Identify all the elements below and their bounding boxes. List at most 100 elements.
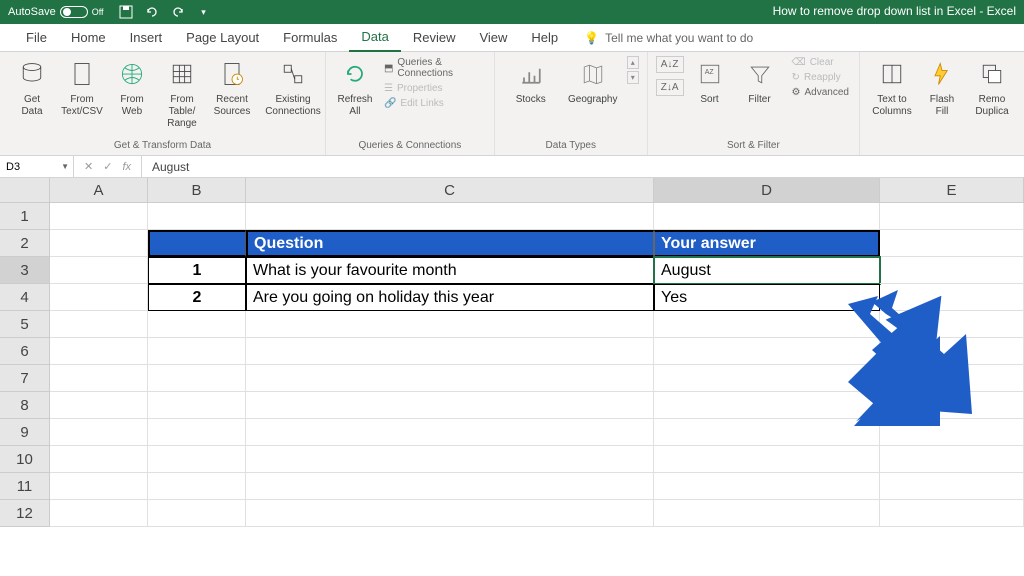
from-web-button[interactable]: From Web — [108, 56, 156, 120]
cell-E1[interactable] — [880, 203, 1024, 230]
cell-A9[interactable] — [50, 419, 148, 446]
cell-C12[interactable] — [246, 500, 654, 527]
cell-B10[interactable] — [148, 446, 246, 473]
cell-E4[interactable] — [880, 284, 1024, 311]
name-box[interactable]: D3 ▼ — [0, 156, 74, 177]
cell-D4[interactable]: Yes — [654, 284, 880, 311]
cell-C4[interactable]: Are you going on holiday this year — [246, 284, 654, 311]
tell-me-search[interactable]: 💡 Tell me what you want to do — [584, 31, 753, 45]
reapply-button[interactable]: ↻Reapply — [790, 71, 851, 84]
toggle-switch[interactable] — [60, 6, 88, 18]
fx-icon[interactable]: fx — [122, 161, 131, 173]
row-header-3[interactable]: 3 — [0, 257, 50, 284]
cell-B1[interactable] — [148, 203, 246, 230]
row-header-2[interactable]: 2 — [0, 230, 50, 257]
cell-A7[interactable] — [50, 365, 148, 392]
cell-C5[interactable] — [246, 311, 654, 338]
cell-C11[interactable] — [246, 473, 654, 500]
cell-C10[interactable] — [246, 446, 654, 473]
row-header-6[interactable]: 6 — [0, 338, 50, 365]
menu-help[interactable]: Help — [519, 24, 570, 52]
menu-home[interactable]: Home — [59, 24, 118, 52]
row-header-9[interactable]: 9 — [0, 419, 50, 446]
cell-D5[interactable] — [654, 311, 880, 338]
filter-button[interactable]: Filter — [736, 56, 784, 108]
cell-E6[interactable] — [880, 338, 1024, 365]
cell-B12[interactable] — [148, 500, 246, 527]
cell-B5[interactable] — [148, 311, 246, 338]
properties-button[interactable]: ☰Properties — [382, 82, 486, 95]
cell-D10[interactable] — [654, 446, 880, 473]
cell-E7[interactable] — [880, 365, 1024, 392]
sort-az-button[interactable]: A↓Z — [656, 56, 684, 73]
advanced-filter-button[interactable]: ⚙Advanced — [790, 86, 851, 99]
cell-A1[interactable] — [50, 203, 148, 230]
cell-B3[interactable]: 1 — [148, 257, 246, 284]
existing-connections-button[interactable]: Existing Connections — [269, 56, 317, 120]
cell-E11[interactable] — [880, 473, 1024, 500]
cell-B4[interactable]: 2 — [148, 284, 246, 311]
cell-B6[interactable] — [148, 338, 246, 365]
chevron-down-icon[interactable]: ▼ — [61, 162, 69, 171]
menu-insert[interactable]: Insert — [118, 24, 175, 52]
from-table-range-button[interactable]: From Table/ Range — [158, 56, 206, 132]
col-header-E[interactable]: E — [880, 178, 1024, 203]
chevron-down-icon[interactable]: ▾ — [196, 4, 212, 20]
cell-C9[interactable] — [246, 419, 654, 446]
remove-duplicates-button[interactable]: Remo Duplica — [968, 56, 1016, 120]
cell-E3[interactable] — [880, 257, 1024, 284]
cell-A8[interactable] — [50, 392, 148, 419]
cell-C2[interactable]: Question — [246, 230, 654, 257]
cell-E5[interactable] — [880, 311, 1024, 338]
cell-C1[interactable] — [246, 203, 654, 230]
stocks-button[interactable]: Stocks — [503, 56, 559, 108]
cell-A12[interactable] — [50, 500, 148, 527]
sort-za-button[interactable]: Z↓A — [656, 79, 684, 96]
cell-D8[interactable] — [654, 392, 880, 419]
col-header-C[interactable]: C — [246, 178, 654, 203]
menu-review[interactable]: Review — [401, 24, 468, 52]
cell-C6[interactable] — [246, 338, 654, 365]
cell-A4[interactable] — [50, 284, 148, 311]
menu-data[interactable]: Data — [349, 24, 400, 52]
chevron-up-icon[interactable]: ▴ — [627, 56, 639, 69]
cell-D3[interactable]: August — [654, 257, 880, 284]
cell-E10[interactable] — [880, 446, 1024, 473]
redo-icon[interactable] — [170, 4, 186, 20]
cell-D1[interactable] — [654, 203, 880, 230]
row-header-4[interactable]: 4 — [0, 284, 50, 311]
queries-connections-button[interactable]: ⬒Queries & Connections — [382, 56, 486, 80]
cell-E12[interactable] — [880, 500, 1024, 527]
cell-C8[interactable] — [246, 392, 654, 419]
row-header-8[interactable]: 8 — [0, 392, 50, 419]
edit-links-button[interactable]: 🔗Edit Links — [382, 97, 486, 110]
menu-page-layout[interactable]: Page Layout — [174, 24, 271, 52]
cell-B8[interactable] — [148, 392, 246, 419]
cell-D9[interactable] — [654, 419, 880, 446]
col-header-A[interactable]: A — [50, 178, 148, 203]
cell-B9[interactable] — [148, 419, 246, 446]
from-text-csv-button[interactable]: From Text/CSV — [58, 56, 106, 120]
cell-D12[interactable] — [654, 500, 880, 527]
col-header-B[interactable]: B — [148, 178, 246, 203]
cell-A6[interactable] — [50, 338, 148, 365]
text-to-columns-button[interactable]: Text to Columns — [868, 56, 916, 120]
chevron-down-icon[interactable]: ▾ — [627, 71, 639, 84]
row-header-5[interactable]: 5 — [0, 311, 50, 338]
get-data-button[interactable]: Get Data — [8, 56, 56, 120]
autosave-toggle[interactable]: AutoSave Off — [8, 6, 104, 18]
save-icon[interactable] — [118, 4, 134, 20]
cell-A10[interactable] — [50, 446, 148, 473]
cell-B11[interactable] — [148, 473, 246, 500]
cell-E9[interactable] — [880, 419, 1024, 446]
cell-A2[interactable] — [50, 230, 148, 257]
geography-button[interactable]: Geography — [561, 56, 625, 108]
row-header-12[interactable]: 12 — [0, 500, 50, 527]
row-header-10[interactable]: 10 — [0, 446, 50, 473]
select-all-corner[interactable] — [0, 178, 50, 203]
cell-A3[interactable] — [50, 257, 148, 284]
menu-file[interactable]: File — [14, 24, 59, 52]
recent-sources-button[interactable]: Recent Sources — [208, 56, 256, 120]
refresh-all-button[interactable]: Refresh All — [334, 56, 376, 120]
cell-E8[interactable] — [880, 392, 1024, 419]
